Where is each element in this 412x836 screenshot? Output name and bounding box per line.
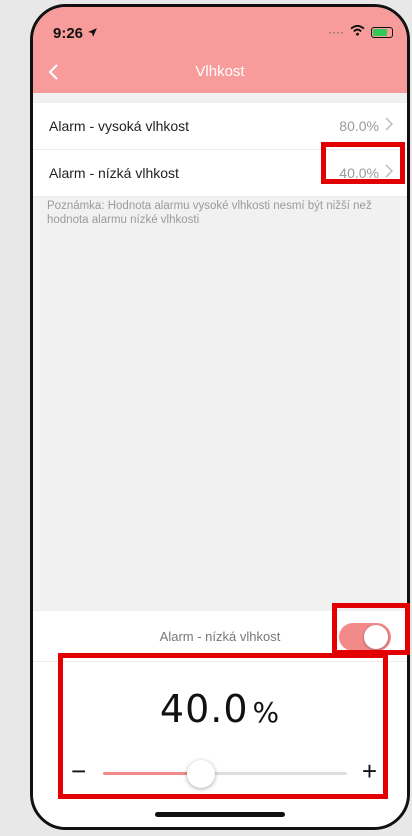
wifi-icon	[350, 25, 365, 39]
toggle-label: Alarm - nízká vlhkost	[159, 628, 281, 644]
header: 9:26 ···· Vlhkost	[33, 7, 407, 93]
list-item-label: Alarm - nízká vlhkost	[49, 165, 179, 181]
battery-level	[373, 28, 387, 36]
cellular-dots-icon: ····	[328, 25, 344, 39]
highlight-toggle	[332, 603, 410, 655]
home-indicator	[155, 812, 285, 817]
status-time-text: 9:26	[53, 25, 84, 42]
highlight-slider-panel	[58, 653, 388, 799]
highlight-low-value	[321, 142, 405, 184]
note-text: Poznámka: Hodnota alarmu vysoké vlhkosti…	[47, 200, 372, 226]
chevron-right-icon	[385, 116, 394, 136]
status-bar-time: 9:26	[53, 25, 98, 42]
list-item-value: 80.0%	[339, 116, 394, 136]
value-text: 80.0%	[339, 118, 379, 134]
location-arrow-icon	[87, 25, 98, 42]
battery-icon	[371, 26, 393, 38]
status-bar-icons: ····	[328, 25, 393, 39]
list-item-label: Alarm - vysoká vlhkost	[49, 118, 190, 134]
page-title: Vlhkost	[195, 63, 245, 80]
